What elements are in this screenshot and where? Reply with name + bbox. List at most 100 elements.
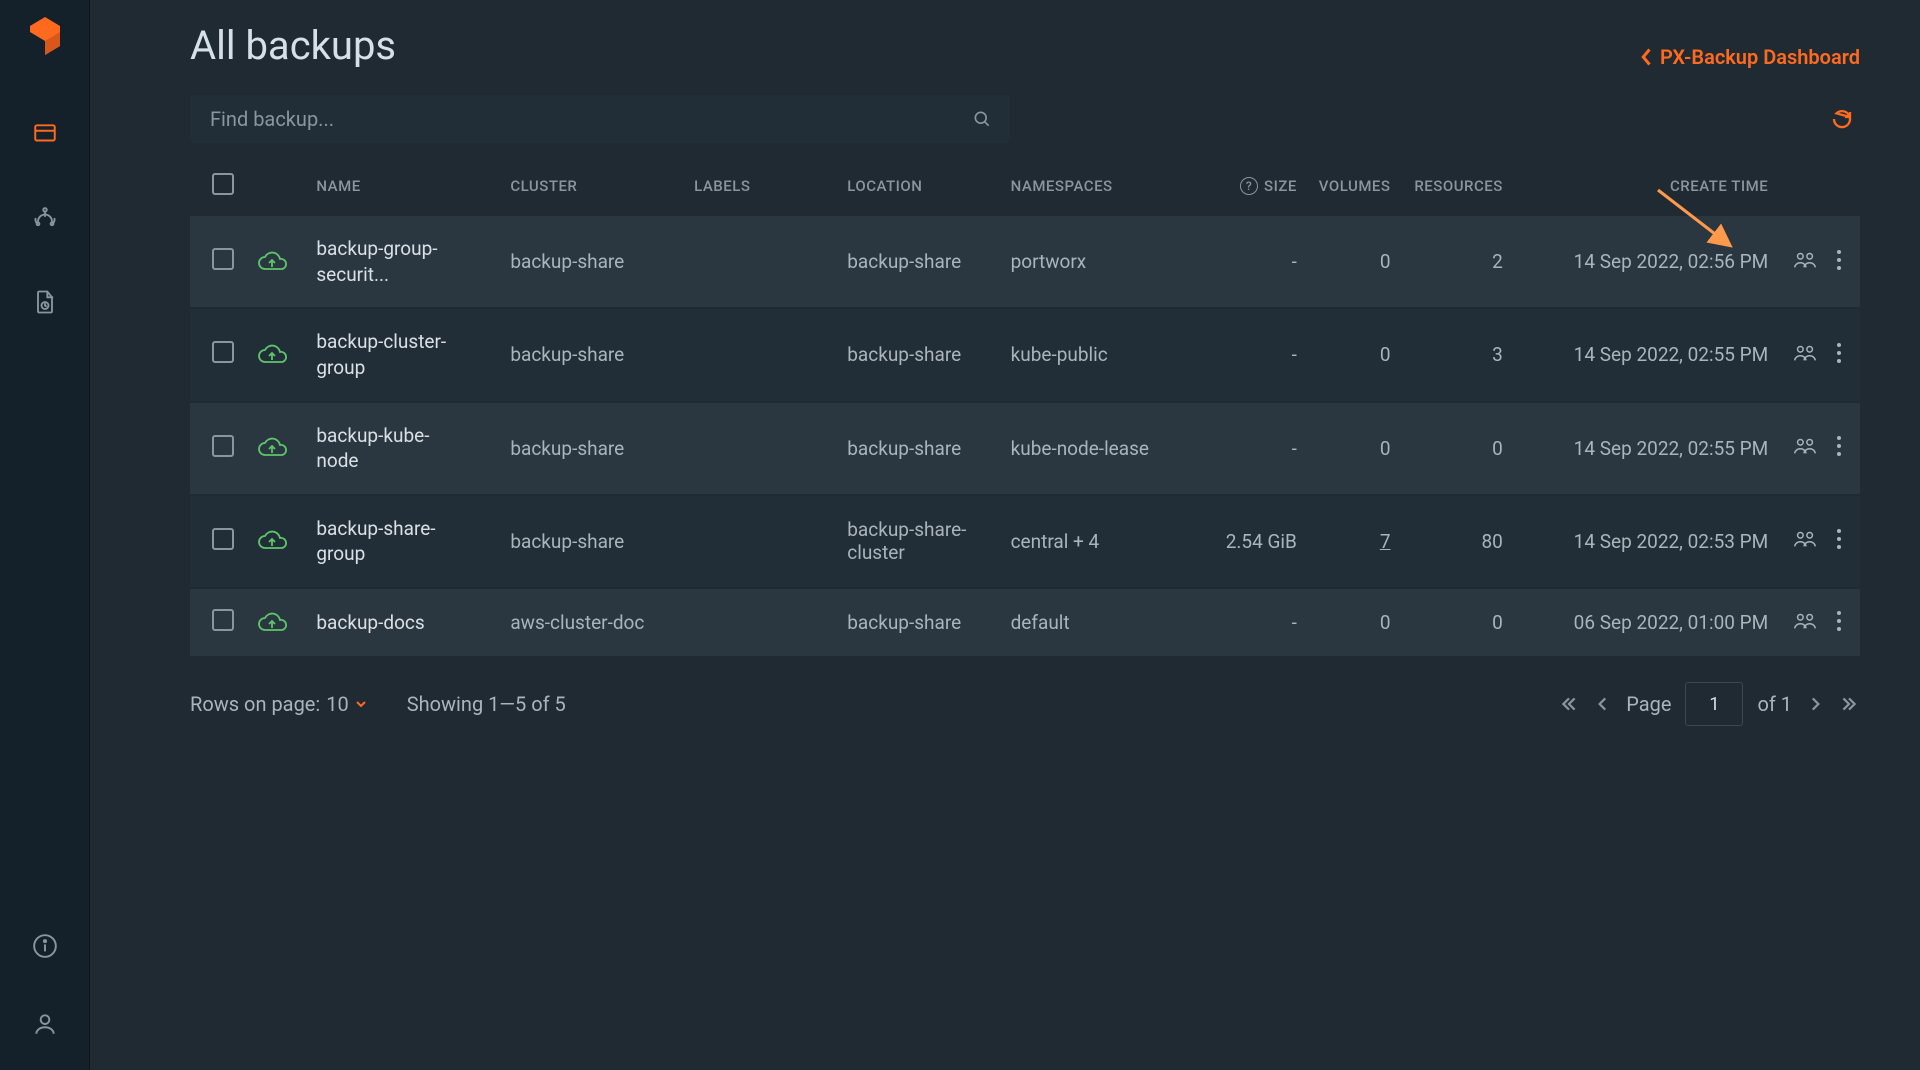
col-size-label: Size xyxy=(1264,177,1297,195)
table-row: backup-share-groupbackup-sharebackup-sha… xyxy=(190,495,1860,588)
cloud-upload-icon xyxy=(255,610,296,636)
labels-cell xyxy=(684,402,837,495)
rows-on-page-selector[interactable]: Rows on page: 10 xyxy=(190,692,367,716)
col-create-time[interactable]: Create Time xyxy=(1513,161,1778,216)
rows-on-page-value: 10 xyxy=(326,692,348,716)
sidebar-dashboard-icon[interactable] xyxy=(29,118,61,150)
backup-name[interactable]: backup-docs xyxy=(316,610,456,636)
size-cell: - xyxy=(1184,216,1307,309)
rows-on-page-label: Rows on page: xyxy=(190,692,320,716)
kebab-menu-button[interactable] xyxy=(1832,342,1846,364)
page-input[interactable] xyxy=(1685,682,1743,726)
col-cluster[interactable]: Cluster xyxy=(500,161,684,216)
col-size[interactable]: ? Size xyxy=(1184,161,1307,216)
labels-cell xyxy=(684,495,837,588)
prev-page-button[interactable] xyxy=(1594,691,1612,717)
share-icon[interactable] xyxy=(1792,529,1818,549)
namespaces-cell: portworx xyxy=(1001,216,1185,309)
chevron-left-icon xyxy=(1640,47,1654,67)
row-checkbox[interactable] xyxy=(212,435,234,457)
create-time-cell: 14 Sep 2022, 02:53 PM xyxy=(1513,495,1778,588)
page-title: All backups xyxy=(190,22,396,69)
help-icon[interactable]: ? xyxy=(1240,177,1258,195)
volumes-link[interactable]: 7 xyxy=(1380,530,1391,553)
cluster-cell: backup-share xyxy=(500,216,684,309)
row-checkbox[interactable] xyxy=(212,341,234,363)
create-time-cell: 06 Sep 2022, 01:00 PM xyxy=(1513,588,1778,657)
of-pages: of 1 xyxy=(1757,692,1792,716)
share-icon[interactable] xyxy=(1792,250,1818,270)
table-row: backup-docs aws-cluster-doc backup-sharede… xyxy=(190,588,1860,657)
first-page-button[interactable] xyxy=(1558,691,1580,717)
row-checkbox[interactable] xyxy=(212,528,234,550)
col-location[interactable]: Location xyxy=(837,161,1000,216)
user-icon[interactable] xyxy=(29,1008,61,1040)
showing-text: Showing 1—5 of 5 xyxy=(407,692,566,716)
labels-cell xyxy=(684,588,837,657)
size-cell: - xyxy=(1184,308,1307,401)
volumes-cell: 7 xyxy=(1307,495,1401,588)
resources-cell: 0 xyxy=(1401,588,1513,657)
table-footer: Rows on page: 10 Showing 1—5 of 5 Page o… xyxy=(190,682,1860,726)
row-checkbox[interactable] xyxy=(212,609,234,631)
namespaces-cell: default xyxy=(1001,588,1185,657)
resources-cell: 0 xyxy=(1401,402,1513,495)
backup-name[interactable]: backup-share-group xyxy=(316,516,456,567)
select-all-checkbox[interactable] xyxy=(212,173,234,195)
location-cell: backup-share xyxy=(837,588,1000,657)
volumes-cell: 0 xyxy=(1307,308,1401,401)
cluster-cell: backup-share xyxy=(500,402,684,495)
resources-cell: 80 xyxy=(1401,495,1513,588)
last-page-button[interactable] xyxy=(1838,691,1860,717)
row-checkbox[interactable] xyxy=(212,248,234,270)
cloud-upload-icon xyxy=(255,435,296,461)
volumes-cell: 0 xyxy=(1307,588,1401,657)
pager: Page of 1 xyxy=(1558,682,1860,726)
create-time-cell: 14 Sep 2022, 02:55 PM xyxy=(1513,308,1778,401)
col-volumes[interactable]: Volumes xyxy=(1307,161,1401,216)
info-icon[interactable] xyxy=(29,930,61,962)
namespaces-cell: kube-public xyxy=(1001,308,1185,401)
table-row: backup-cluster-groupbackup-sharebackup-s… xyxy=(190,308,1860,401)
share-icon[interactable] xyxy=(1792,436,1818,456)
share-icon[interactable] xyxy=(1792,343,1818,363)
labels-cell xyxy=(684,308,837,401)
next-page-button[interactable] xyxy=(1806,691,1824,717)
backup-name[interactable]: backup-kube-node xyxy=(316,423,456,474)
size-cell: 2.54 GiB xyxy=(1184,495,1307,588)
kebab-menu-button[interactable] xyxy=(1832,610,1846,632)
cloud-upload-icon xyxy=(255,528,296,554)
dashboard-link[interactable]: PX-Backup Dashboard xyxy=(1640,45,1860,69)
size-cell: - xyxy=(1184,402,1307,495)
backups-table: Name Cluster Labels Location Namespaces … xyxy=(190,161,1860,658)
location-cell: backup-share-cluster xyxy=(837,495,1000,588)
sidebar xyxy=(0,0,90,1070)
col-labels[interactable]: Labels xyxy=(684,161,837,216)
cluster-cell: aws-cluster-doc xyxy=(500,588,684,657)
backup-name[interactable]: backup-group-securit... xyxy=(316,236,456,287)
col-resources[interactable]: Resources xyxy=(1401,161,1513,216)
cloud-upload-icon xyxy=(255,342,296,368)
sidebar-clusters-icon[interactable] xyxy=(29,202,61,234)
kebab-menu-button[interactable] xyxy=(1832,435,1846,457)
resources-cell: 3 xyxy=(1401,308,1513,401)
chevron-down-icon xyxy=(355,699,367,709)
backup-name[interactable]: backup-cluster-group xyxy=(316,329,456,380)
sidebar-backups-icon[interactable] xyxy=(29,286,61,318)
refresh-button[interactable] xyxy=(1824,101,1860,137)
volumes-cell: 0 xyxy=(1307,216,1401,309)
namespaces-cell: kube-node-lease xyxy=(1001,402,1185,495)
kebab-menu-button[interactable] xyxy=(1832,249,1846,271)
labels-cell xyxy=(684,216,837,309)
col-namespaces[interactable]: Namespaces xyxy=(1001,161,1185,216)
share-icon[interactable] xyxy=(1792,611,1818,631)
kebab-menu-button[interactable] xyxy=(1832,528,1846,550)
portworx-logo-icon xyxy=(26,12,64,70)
namespaces-cell: central + 4 xyxy=(1001,495,1185,588)
cloud-upload-icon xyxy=(255,249,296,275)
cluster-cell: backup-share xyxy=(500,308,684,401)
search-icon xyxy=(972,109,992,129)
col-name[interactable]: Name xyxy=(306,161,500,216)
search-input[interactable] xyxy=(190,95,1010,143)
dashboard-link-label: PX-Backup Dashboard xyxy=(1660,45,1860,69)
